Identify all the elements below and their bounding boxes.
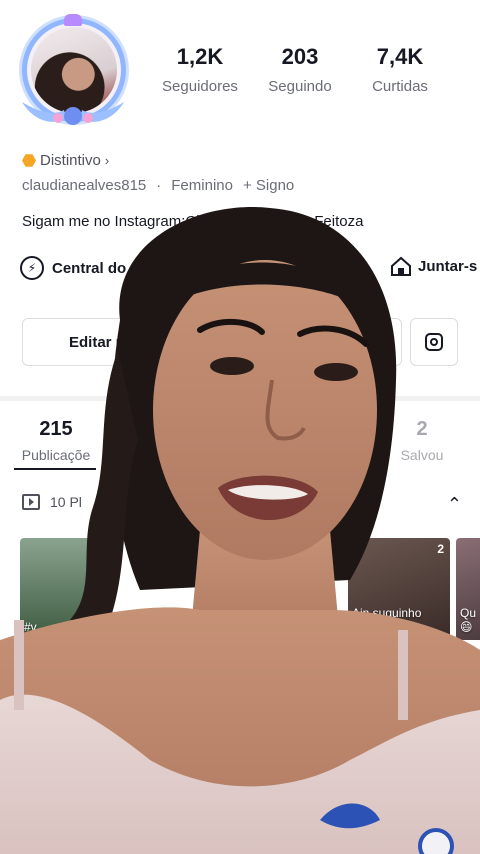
- playlist-header[interactable]: 10 Pl ⌃: [22, 494, 462, 518]
- content-tabs: 215 Publicaçõe 2 Salvou: [0, 418, 480, 472]
- tab-saved[interactable]: 2 Salvou: [392, 418, 452, 463]
- avatar-crown-decoration: [64, 14, 82, 26]
- stat-value: 203: [281, 44, 319, 69]
- section-divider: [0, 396, 480, 401]
- badge-icon: [22, 154, 36, 167]
- instagram-button[interactable]: [410, 318, 458, 366]
- stat-likes[interactable]: 7,4K Curtidas: [350, 44, 450, 95]
- thumbnail-caption: Qu 😄: [460, 606, 477, 634]
- stat-label: Seguidores: [162, 78, 238, 95]
- meta-separator: ·: [156, 177, 162, 194]
- chevron-up-icon[interactable]: ⌃: [447, 494, 462, 515]
- tab-posts[interactable]: 215 Publicaçõe: [16, 418, 96, 463]
- join-label: Juntar-s: [418, 257, 478, 275]
- playlist-label: 10 Pl: [50, 494, 82, 510]
- profile-avatar[interactable]: [14, 14, 132, 132]
- profile-links: ⚡ Central do Cri Juntar-s: [20, 256, 480, 280]
- active-tab-indicator: [14, 468, 96, 470]
- camera-overlay-person: [0, 206, 480, 854]
- stat-followers[interactable]: 1,2K Seguidores: [150, 44, 250, 95]
- creator-center-link[interactable]: ⚡ Central do Cri: [20, 256, 151, 280]
- thumbnail-caption: Ain suquinho muruncuj...: [352, 606, 422, 634]
- profile-meta: claudianealves815 · Feminino + Signo: [22, 177, 294, 194]
- profile-actions: Editar p: [22, 318, 458, 366]
- house-icon: [391, 256, 411, 276]
- creator-center-label: Central do Cri: [52, 259, 152, 277]
- tab-count: 215: [39, 418, 73, 440]
- bio-text: Sigam me no Instagram:Cla: [22, 213, 208, 230]
- thumbnail-caption: #v: [24, 620, 37, 634]
- username: claudianealves815: [22, 177, 147, 194]
- tab-label: Salvou: [400, 447, 444, 463]
- gender-tag: Feminino: [171, 177, 233, 194]
- playlist-icon: [22, 494, 40, 510]
- stat-value: 7,4K: [376, 44, 424, 69]
- edit-profile-button[interactable]: Editar p: [22, 318, 402, 366]
- playlist-thumbnail[interactable]: #v: [20, 538, 112, 640]
- bio-text-tail: Feitoza: [314, 213, 364, 230]
- playlist-thumbnail[interactable]: 2 Ain suquinho muruncuj...: [348, 538, 450, 640]
- badge-link[interactable]: Distintivo ›: [22, 152, 109, 169]
- stat-label: Curtidas: [372, 78, 428, 95]
- add-sign-button[interactable]: + Signo: [243, 177, 294, 194]
- stat-value: 1,2K: [176, 44, 224, 69]
- chevron-right-icon: ›: [104, 153, 110, 168]
- instagram-icon: [425, 333, 443, 351]
- profile-bio: Sigam me no Instagram:Cla Feitoza: [22, 213, 363, 230]
- playlist-thumbnails: #v 2 Ain suquinho muruncuj... Qu 😄: [0, 538, 480, 642]
- stat-label: Seguindo: [268, 78, 332, 95]
- badge-label: Distintivo: [40, 152, 101, 169]
- stat-following[interactable]: 203 Seguindo: [250, 44, 350, 95]
- lightning-icon: ⚡: [20, 256, 44, 280]
- tab-label: Publicaçõe: [21, 447, 91, 463]
- join-link[interactable]: Juntar-s: [390, 256, 477, 276]
- avatar-wings-decoration: [22, 102, 124, 125]
- playlist-thumbnail[interactable]: Qu 😄: [456, 538, 480, 640]
- tab-count: 2: [416, 418, 428, 440]
- thumbnail-count: 2: [437, 542, 444, 556]
- profile-stats: 1,2K Seguidores 203 Seguindo 7,4K Curtid…: [150, 44, 450, 95]
